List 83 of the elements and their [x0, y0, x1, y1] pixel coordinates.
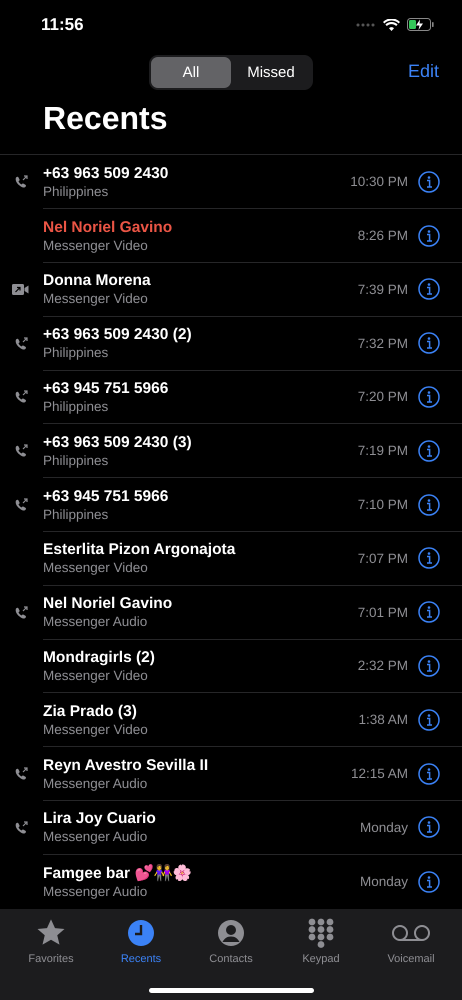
outgoing-call-icon	[14, 336, 28, 351]
outgoing-call-icon	[14, 444, 28, 458]
call-detail: Philippines	[43, 506, 110, 522]
call-time: Monday	[360, 874, 408, 890]
caller-name[interactable]: Esterlita Pizon Argonajota	[43, 541, 358, 560]
info-icon[interactable]	[418, 870, 440, 893]
info-icon[interactable]	[418, 224, 440, 247]
voicemail-icon	[391, 924, 431, 942]
info-icon[interactable]	[418, 278, 440, 300]
person-icon	[217, 918, 245, 947]
tab-bar-item[interactable]: Favorites	[6, 914, 96, 967]
info-icon[interactable]	[418, 547, 440, 570]
caller-name[interactable]: Donna Morena	[43, 272, 358, 290]
call-time: 2:32 PM	[358, 658, 408, 674]
call-detail: Philippines	[43, 345, 110, 360]
signal-icon	[356, 22, 376, 27]
caller-name[interactable]: Nel Noriel Gavino	[43, 218, 358, 237]
outgoing-call-icon	[14, 820, 28, 835]
info-icon[interactable]	[418, 708, 440, 731]
info-icon[interactable]	[418, 762, 440, 785]
tab-bar-item[interactable]: Voicemail	[366, 914, 456, 967]
caller-name[interactable]: +63 945 751 5966	[43, 380, 358, 398]
call-time: 7:32 PM	[358, 336, 408, 351]
call-time: 7:01 PM	[358, 604, 408, 620]
caller-name[interactable]: Reyn Avestro Sevilla II	[43, 756, 351, 775]
status-time: 11:56	[41, 14, 84, 35]
call-detail: Messenger Audio	[43, 829, 148, 844]
info-icon[interactable]	[418, 816, 440, 838]
star-icon	[36, 918, 66, 948]
edit-button[interactable]: Edit	[408, 61, 439, 82]
caller-name[interactable]: Nel Noriel Gavino	[43, 595, 358, 614]
clock-icon	[127, 918, 155, 947]
info-icon[interactable]	[418, 332, 440, 354]
call-detail: Messenger Audio	[43, 884, 148, 900]
call-detail: Messenger Video	[43, 560, 149, 576]
call-time: 10:30 PM	[350, 174, 408, 190]
filter-segment[interactable]: Missed	[231, 57, 311, 88]
wifi-icon	[383, 18, 400, 31]
caller-name[interactable]: +63 963 509 2430	[43, 164, 350, 183]
call-time: 7:19 PM	[358, 443, 408, 458]
tab-bar-item[interactable]: Recents	[96, 914, 186, 967]
call-detail: Messenger Audio	[43, 614, 148, 630]
call-detail: Messenger Audio	[43, 776, 148, 791]
caller-name[interactable]: Lira Joy Cuario	[43, 810, 360, 828]
call-time: 1:38 AM	[358, 712, 408, 728]
call-detail: Philippines	[43, 452, 110, 468]
call-time: 8:26 PM	[358, 228, 408, 244]
page-title: Recents	[43, 100, 168, 138]
call-detail: Messenger Video	[43, 291, 149, 306]
caller-name[interactable]: Zia Prado (3)	[43, 702, 358, 721]
outgoing-call-icon	[14, 175, 28, 190]
tab-bar-item[interactable]: Keypad	[276, 914, 366, 967]
call-time: 7:39 PM	[358, 282, 408, 297]
call-time: 7:07 PM	[358, 550, 408, 566]
info-icon[interactable]	[418, 654, 440, 677]
keypad-icon	[308, 918, 334, 948]
call-time: 7:20 PM	[358, 389, 408, 404]
call-detail: Philippines	[43, 184, 110, 199]
battery-icon	[407, 18, 434, 32]
caller-name[interactable]: +63 963 509 2430 (2)	[43, 326, 358, 344]
caller-name[interactable]: +63 945 751 5966	[43, 488, 358, 506]
call-detail: Messenger Video	[43, 668, 149, 683]
info-icon[interactable]	[418, 494, 440, 516]
info-icon[interactable]	[418, 601, 440, 624]
tab-bar-item[interactable]: Contacts	[186, 914, 276, 967]
call-time: Monday	[360, 820, 408, 835]
caller-name[interactable]: Mondragirls (2)	[43, 648, 358, 667]
outgoing-call-icon	[14, 498, 28, 512]
call-time: 7:10 PM	[358, 497, 408, 512]
outgoing-call-icon	[14, 390, 28, 404]
caller-name[interactable]: +63 963 509 2430 (3)	[43, 434, 358, 452]
call-detail: Messenger Video	[43, 722, 149, 737]
info-icon[interactable]	[418, 170, 440, 193]
outgoing-call-icon	[14, 767, 28, 782]
call-time: 12:15 AM	[350, 766, 408, 782]
filter-segment[interactable]: All	[151, 57, 231, 88]
call-detail: Messenger Video	[43, 238, 149, 253]
info-icon[interactable]	[418, 440, 440, 462]
call-detail: Philippines	[43, 398, 110, 414]
caller-name[interactable]: Famgee bar 💕👭🌸	[43, 864, 360, 884]
outgoing-video-icon	[12, 284, 29, 296]
outgoing-call-icon	[14, 606, 28, 620]
info-icon[interactable]	[418, 386, 440, 408]
